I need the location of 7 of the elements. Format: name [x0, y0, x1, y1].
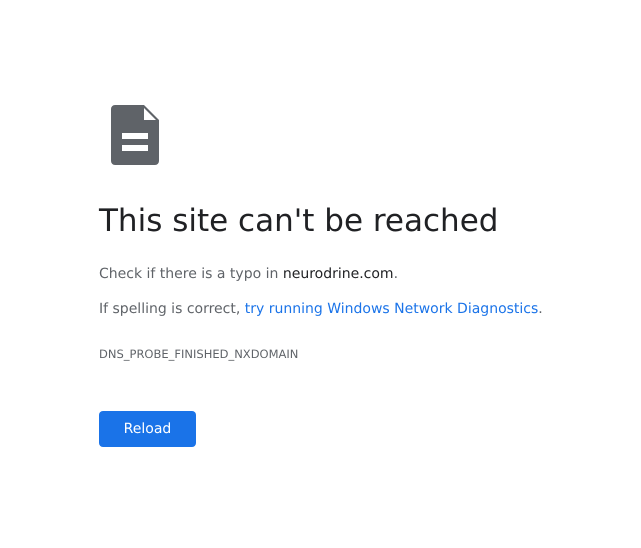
error-code: DNS_PROBE_FINISHED_NXDOMAIN — [99, 347, 300, 361]
diagnostics-link[interactable]: try running Windows Network Diagnostics — [244, 301, 538, 317]
reload-button[interactable]: Reload — [99, 411, 196, 447]
error-title: This site can't be reached — [99, 203, 500, 239]
document-icon — [111, 105, 159, 165]
diagnostics-hint: If spelling is correct, try running Windows Network Diagnostics. — [99, 300, 544, 319]
typo-hint: Check if there is a typo in neurodrine.com. — [99, 265, 400, 284]
